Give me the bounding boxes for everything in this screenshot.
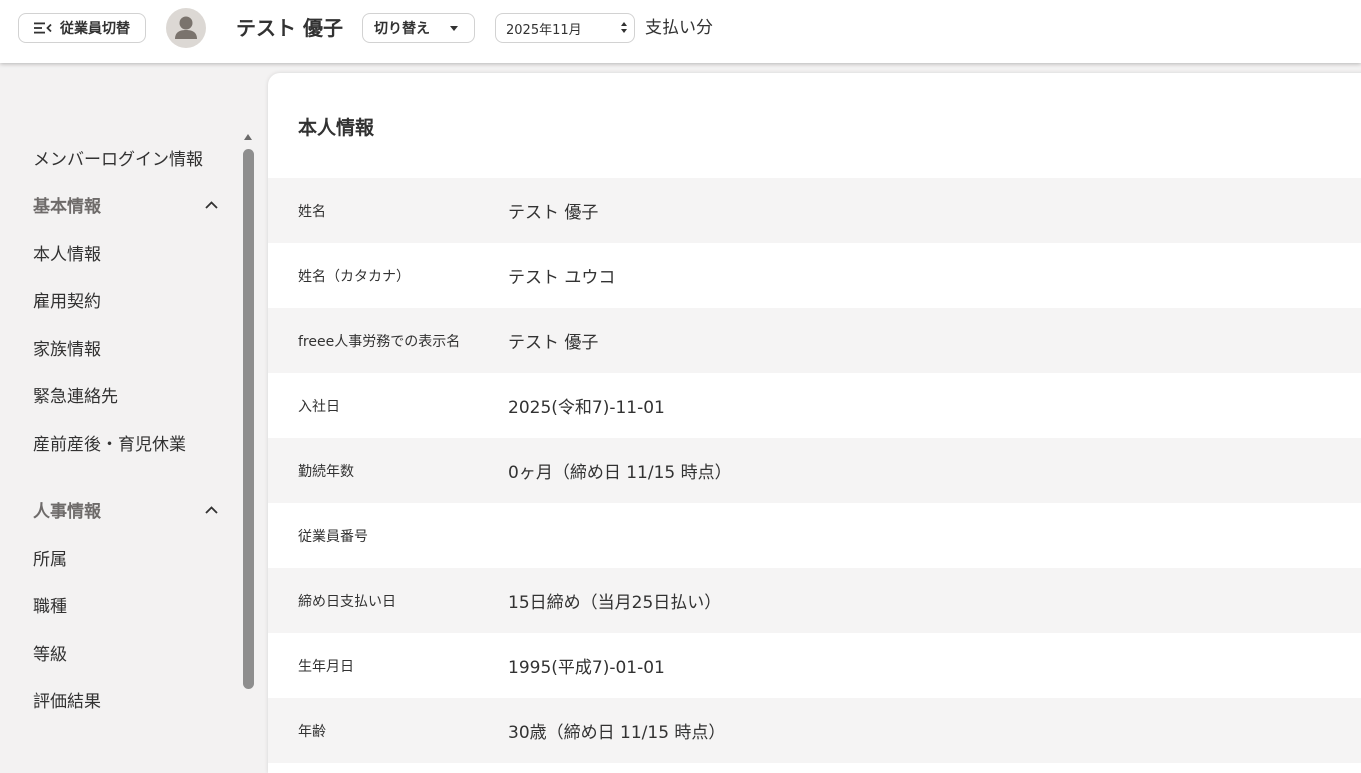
sidebar-item-grade[interactable]: 等級: [33, 644, 67, 666]
row-label: freee人事労務での表示名: [298, 333, 461, 350]
sidebar-item-personal-info[interactable]: 本人情報: [33, 244, 101, 266]
row-value: テスト 優子: [508, 203, 599, 223]
month-select[interactable]: 2025年11月: [495, 13, 635, 43]
chevron-up-icon: [205, 506, 218, 514]
sidebar-item-login-info[interactable]: メンバーログイン情報: [33, 149, 203, 171]
sidebar-item-department[interactable]: 所属: [33, 549, 67, 571]
row-value: テスト 優子: [508, 333, 599, 353]
info-row-name-kana: 姓名（カタカナ） テスト ユウコ: [268, 243, 1361, 308]
sidebar-item-maternity-leave[interactable]: 産前産後・育児休業: [33, 434, 186, 456]
sidebar-section-hr[interactable]: 人事情報: [33, 501, 223, 523]
scroll-up-arrow-icon[interactable]: [244, 134, 252, 140]
row-value: テスト ユウコ: [508, 268, 616, 288]
select-arrows-icon: [621, 22, 627, 33]
info-table: 姓名 テスト 優子 姓名（カタカナ） テスト ユウコ freee人事労務での表示…: [268, 178, 1361, 763]
menu-collapse-icon: [34, 22, 52, 34]
sidebar-item-job-type[interactable]: 職種: [33, 596, 67, 618]
row-label: 姓名（カタカナ）: [298, 268, 410, 285]
sidebar-item-employment-contract[interactable]: 雇用契約: [33, 291, 101, 313]
scrollbar-thumb[interactable]: [243, 149, 254, 689]
row-value: 2025(令和7)-11-01: [508, 398, 665, 418]
row-label: 締め日支払い日: [298, 593, 396, 610]
user-avatar-icon: [166, 8, 206, 48]
row-value: 30歳（締め日 11/15 時点）: [508, 723, 726, 743]
sidebar-item-evaluation[interactable]: 評価結果: [33, 691, 101, 713]
sidebar-item-emergency-contact[interactable]: 緊急連絡先: [33, 386, 118, 408]
employee-switch-button[interactable]: 従業員切替: [18, 13, 146, 43]
employee-name: テスト 優子: [236, 16, 343, 40]
toggle-label: 切り替え: [374, 21, 430, 37]
row-value: 1995(平成7)-01-01: [508, 658, 665, 678]
employee-switch-label: 従業員切替: [60, 21, 130, 37]
sidebar-section-hr-label: 人事情報: [33, 502, 101, 522]
row-value: 0ヶ月（締め日 11/15 時点）: [508, 463, 732, 483]
row-label: 勤続年数: [298, 463, 354, 480]
payment-label: 支払い分: [645, 18, 713, 38]
toggle-dropdown-button[interactable]: 切り替え: [362, 13, 475, 43]
row-label: 生年月日: [298, 658, 354, 675]
info-row-employee-number: 従業員番号: [268, 503, 1361, 568]
info-row-age: 年齢 30歳（締め日 11/15 時点）: [268, 698, 1361, 763]
sidebar-item-family-info[interactable]: 家族情報: [33, 339, 101, 361]
info-row-tenure: 勤続年数 0ヶ月（締め日 11/15 時点）: [268, 438, 1361, 503]
chevron-up-icon: [205, 201, 218, 209]
info-row-name: 姓名 テスト 優子: [268, 178, 1361, 243]
info-row-display-name: freee人事労務での表示名 テスト 優子: [268, 308, 1361, 373]
month-select-value: 2025年11月: [506, 22, 582, 38]
sidebar-scrollbar[interactable]: [240, 63, 258, 749]
caret-down-icon: [450, 26, 458, 31]
info-row-closing-pay-day: 締め日支払い日 15日締め（当月25日払い）: [268, 568, 1361, 633]
top-header: 従業員切替 テスト 優子 切り替え 2025年11月 支払い分: [0, 0, 1361, 63]
row-label: 姓名: [298, 203, 326, 220]
sidebar-section-basic-label: 基本情報: [33, 197, 101, 217]
sidebar: メンバーログイン情報 基本情報 本人情報 雇用契約 家族情報 緊急連絡先 産前産…: [0, 63, 238, 749]
info-row-hire-date: 入社日 2025(令和7)-11-01: [268, 373, 1361, 438]
row-label: 年齢: [298, 723, 326, 740]
row-value: 15日締め（当月25日払い）: [508, 593, 722, 613]
info-row-birth-date: 生年月日 1995(平成7)-01-01: [268, 633, 1361, 698]
row-label: 入社日: [298, 398, 340, 415]
sidebar-section-basic[interactable]: 基本情報: [33, 196, 223, 218]
page-title: 本人情報: [298, 117, 375, 139]
personal-info-card: 本人情報 姓名 テスト 優子 姓名（カタカナ） テスト ユウコ freee人事労…: [268, 73, 1361, 773]
row-label: 従業員番号: [298, 528, 368, 545]
